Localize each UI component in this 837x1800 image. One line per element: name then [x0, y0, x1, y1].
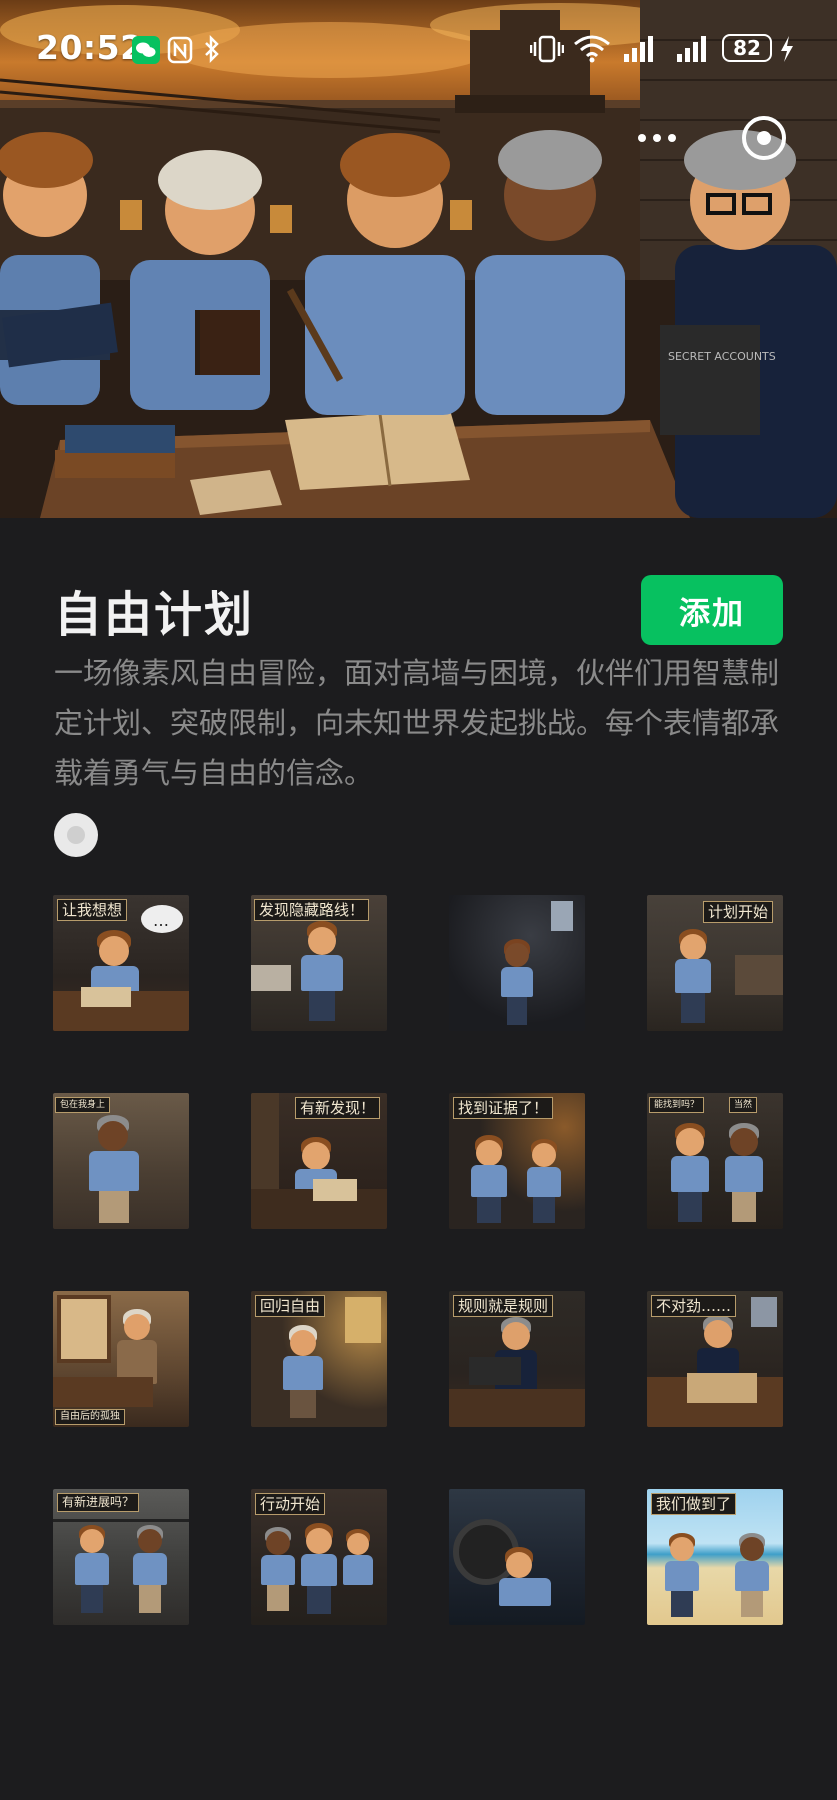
target-icon[interactable] — [742, 116, 786, 160]
battery-level: 82 — [722, 34, 772, 62]
sticker-item[interactable]: 不对劲…… — [647, 1291, 783, 1427]
sticker-caption: 有新进展吗？ — [57, 1493, 140, 1512]
status-bar: 20:52 82 — [0, 0, 837, 100]
sticker-item[interactable] — [449, 1489, 585, 1625]
sticker-caption: 能找到吗？ — [649, 1097, 705, 1113]
sticker-caption: 我们做到了 — [651, 1493, 737, 1515]
add-button[interactable]: 添加 — [641, 575, 783, 645]
sticker-item[interactable]: 包在我身上 — [53, 1093, 189, 1229]
hero-book-text: SECRET ACCOUNTS — [668, 350, 776, 363]
sticker-caption: 计划开始 — [703, 901, 774, 923]
sticker-item[interactable]: 我们做到了 — [647, 1489, 783, 1625]
wechat-icon — [132, 36, 160, 68]
sticker-caption: 发现隐藏路线！ — [254, 899, 370, 921]
sticker-extra: … — [153, 911, 169, 930]
pack-title: 自由计划 — [54, 587, 255, 643]
sticker-caption: 找到证据了！ — [453, 1097, 554, 1119]
signal-icon — [622, 34, 658, 68]
sticker-item[interactable]: 找到证据了！ — [449, 1093, 585, 1229]
sticker-caption: 行动开始 — [255, 1493, 326, 1515]
sticker-item[interactable] — [449, 895, 585, 1031]
sticker-item[interactable]: 有新发现！ — [251, 1093, 387, 1229]
sticker-caption: 包在我身上 — [55, 1097, 111, 1113]
sticker-item[interactable]: 有新进展吗？ — [53, 1489, 189, 1625]
wifi-icon — [572, 32, 612, 68]
sticker-caption: 不对劲…… — [651, 1295, 737, 1317]
nfc-icon — [167, 36, 193, 68]
sticker-item[interactable]: … 让我想想 — [53, 895, 189, 1031]
author-avatar[interactable] — [54, 813, 98, 857]
status-time: 20:52 — [36, 28, 144, 67]
sticker-item[interactable]: 规则就是规则 — [449, 1291, 585, 1427]
sticker-item[interactable]: 回归自由 — [251, 1291, 387, 1427]
vibrate-icon — [529, 34, 565, 68]
sticker-caption: 自由后的孤独 — [55, 1409, 125, 1425]
bottom-empty-area — [0, 1650, 837, 1800]
pack-description: 一场像素风自由冒险，面对高墙与困境，伙伴们用智慧制定计划、突破限制，向未知世界发… — [54, 656, 780, 790]
sticker-item[interactable]: 能找到吗？ 当然 — [647, 1093, 783, 1229]
sticker-caption: 规则就是规则 — [453, 1295, 554, 1317]
charging-icon — [778, 34, 796, 68]
sticker-caption: 回归自由 — [255, 1295, 326, 1317]
sticker-item[interactable]: 发现隐藏路线！ — [251, 895, 387, 1031]
bluetooth-icon — [202, 34, 222, 68]
sticker-caption: 让我想想 — [57, 899, 128, 921]
sticker-extra: 当然 — [729, 1097, 758, 1113]
sticker-item[interactable]: 自由后的孤独 — [53, 1291, 189, 1427]
sticker-item[interactable]: 计划开始 — [647, 895, 783, 1031]
sticker-item[interactable]: 行动开始 — [251, 1489, 387, 1625]
sticker-caption: 有新发现！ — [295, 1097, 381, 1119]
more-icon[interactable] — [622, 116, 692, 160]
signal-icon — [675, 34, 711, 68]
